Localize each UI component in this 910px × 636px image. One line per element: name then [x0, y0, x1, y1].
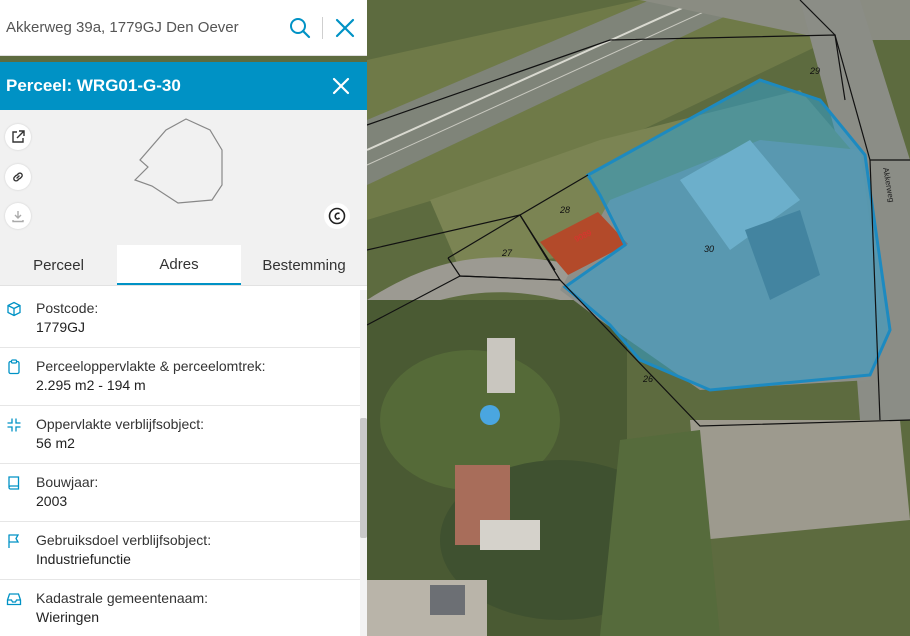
copyright-icon	[328, 207, 346, 225]
flag-icon	[6, 533, 22, 549]
info-value: 1779GJ	[36, 317, 98, 337]
parcel-label-30: 30	[704, 244, 714, 254]
close-icon	[335, 18, 355, 38]
info-label: Oppervlakte verblijfsobject:	[36, 415, 204, 433]
info-value: 56 m2	[36, 433, 204, 453]
inbox-icon	[6, 591, 22, 607]
parcel-label-29: 29	[809, 66, 820, 76]
parcel-label-26: 26	[642, 374, 653, 384]
info-row-bouwjaar: Bouwjaar: 2003	[0, 464, 360, 522]
info-row-oppervlakte-verblijfsobject: Oppervlakte verblijfsobject: 56 m2	[0, 406, 360, 464]
search-button[interactable]	[278, 0, 322, 56]
info-value: 2003	[36, 491, 98, 511]
tab-adres[interactable]: Adres	[117, 245, 241, 285]
info-scrollbar[interactable]	[360, 290, 367, 636]
info-label: Bouwjaar:	[36, 473, 98, 491]
info-row-postcode: Postcode: 1779GJ	[0, 290, 360, 348]
info-row-kadastrale-gemeentenaam: Kadastrale gemeentenaam: Wieringen	[0, 580, 360, 636]
parcel-shape-outline	[0, 110, 367, 245]
close-panel-button[interactable]	[327, 72, 355, 100]
copyright-button[interactable]	[324, 203, 350, 229]
panel-header: Perceel: WRG01-G-30	[0, 62, 367, 110]
parcel-label-28: 28	[559, 205, 570, 215]
compress-icon	[6, 417, 22, 433]
parcel-preview	[0, 110, 367, 245]
parcel-label-27: 27	[501, 248, 513, 258]
clear-search-button[interactable]	[323, 0, 367, 56]
book-icon	[6, 475, 22, 491]
info-label: Postcode:	[36, 299, 98, 317]
info-label: Kadastrale gemeentenaam:	[36, 589, 208, 607]
search-bar	[0, 0, 367, 56]
panel-tabs: Perceel Adres Bestemming	[0, 245, 367, 286]
tab-bestemming[interactable]: Bestemming	[241, 245, 367, 285]
info-value: 2.295 m2 - 194 m	[36, 375, 266, 395]
tab-perceel[interactable]: Perceel	[0, 245, 117, 285]
info-value: Industriefunctie	[36, 549, 211, 569]
search-input[interactable]	[0, 0, 278, 55]
info-label: Gebruiksdoel verblijfsobject:	[36, 531, 211, 549]
search-icon	[289, 17, 311, 39]
close-icon	[332, 77, 350, 95]
info-value: Wieringen	[36, 607, 208, 627]
info-row-perceeloppervlakte: Perceeloppervlakte & perceelomtrek: 2.29…	[0, 348, 360, 406]
clipboard-icon	[6, 359, 22, 375]
scrollbar-thumb[interactable]	[360, 418, 367, 538]
info-list: Postcode: 1779GJ Perceeloppervlakte & pe…	[0, 290, 360, 636]
info-label: Perceeloppervlakte & perceelomtrek:	[36, 357, 266, 375]
panel-title: Perceel: WRG01-G-30	[6, 76, 181, 96]
cube-icon	[6, 301, 22, 317]
parcel-panel: Perceel: WRG01-G-30	[0, 62, 367, 636]
info-row-gebruiksdoel: Gebruiksdoel verblijfsobject: Industrief…	[0, 522, 360, 580]
